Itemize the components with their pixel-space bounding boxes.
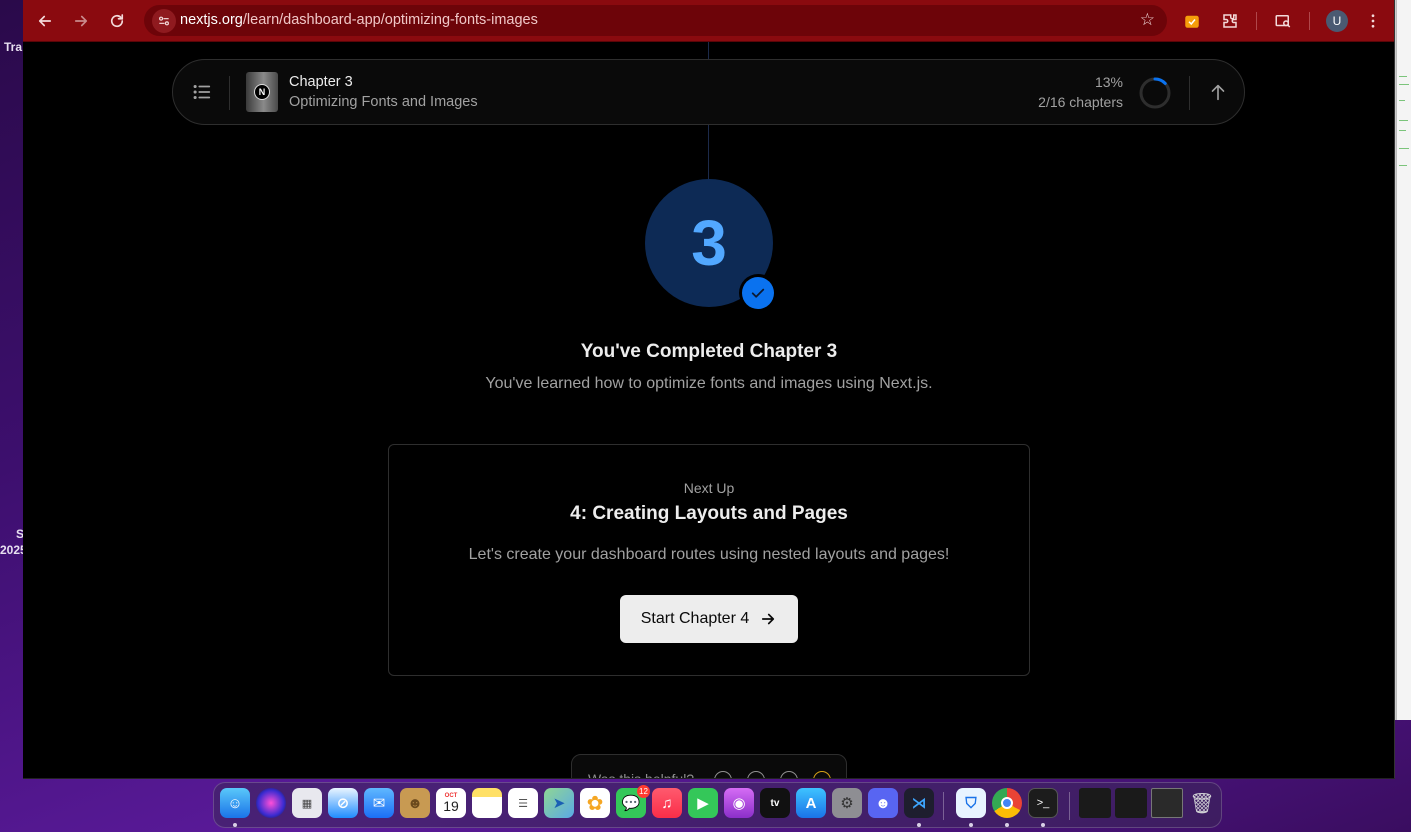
- completed-check-icon: [739, 274, 777, 312]
- discord-icon[interactable]: ☻: [868, 788, 898, 818]
- start-chapter-label: Start Chapter 4: [640, 610, 750, 627]
- next-chapter-description: Let's create your dashboard routes using…: [468, 546, 950, 563]
- apple-tv-icon[interactable]: tv: [760, 788, 790, 818]
- photos-icon[interactable]: ✿: [580, 788, 610, 818]
- page-content: N Chapter 3 Optimizing Fonts and Images …: [23, 42, 1394, 779]
- minimized-window-thumbnail[interactable]: [1151, 788, 1183, 818]
- scroll-to-top-icon[interactable]: [1207, 81, 1229, 103]
- next-chapter-title: 4: Creating Layouts and Pages: [570, 503, 848, 524]
- neutral-face-icon[interactable]: [747, 771, 765, 778]
- arrow-right-icon: [762, 613, 775, 625]
- maps-icon[interactable]: ➤: [544, 788, 574, 818]
- facetime-icon[interactable]: ▶: [688, 788, 718, 818]
- forward-icon[interactable]: [69, 9, 93, 33]
- nextjs-logo-icon: N: [254, 84, 270, 100]
- completion-title: You've Completed Chapter 3: [580, 341, 838, 362]
- music-icon[interactable]: ♫: [652, 788, 682, 818]
- calendar-day: 19: [443, 798, 459, 814]
- chrome-icon[interactable]: [992, 788, 1022, 818]
- chapter-number: 3: [691, 207, 727, 279]
- sad-face-icon[interactable]: [714, 771, 732, 778]
- desktop-label: Tra: [4, 40, 23, 54]
- macos-dock: ☺ ▦ ⊘ ✉ ☻ OCT 19 ☰ ➤ ✿ 💬 12 ♫ ▶ ◉ tv A ⚙…: [213, 782, 1222, 828]
- system-settings-icon[interactable]: ⚙: [832, 788, 862, 818]
- chapter-title: Chapter 3: [289, 74, 353, 90]
- app-store-icon[interactable]: A: [796, 788, 826, 818]
- browser-window: nextjs.org/learn/dashboard-app/optimizin…: [23, 0, 1395, 779]
- feedback-prompt: Was this helpful?: [588, 771, 695, 779]
- browser-toolbar: nextjs.org/learn/dashboard-app/optimizin…: [23, 0, 1394, 42]
- podcasts-icon[interactable]: ◉: [724, 788, 754, 818]
- extensions-icon[interactable]: [1218, 9, 1242, 33]
- finder-icon[interactable]: ☺: [220, 788, 250, 818]
- feedback-widget: Was this helpful?: [571, 754, 847, 779]
- url-host: nextjs.org: [180, 12, 243, 28]
- notes-icon[interactable]: [472, 788, 502, 818]
- trash-icon[interactable]: 🗑: [1187, 788, 1217, 818]
- background-window-sliver: [1395, 0, 1411, 720]
- mail-icon[interactable]: ✉: [364, 788, 394, 818]
- site-info-icon[interactable]: [152, 9, 176, 33]
- progress-ring: [1139, 77, 1171, 109]
- reminders-icon[interactable]: ☰: [508, 788, 538, 818]
- chapter-thumbnail: N: [246, 72, 278, 112]
- table-of-contents-icon[interactable]: [191, 81, 213, 103]
- siri-icon[interactable]: [256, 788, 286, 818]
- next-up-label: Next Up: [683, 480, 735, 496]
- launchpad-icon[interactable]: ▦: [292, 788, 322, 818]
- bookmark-star-icon[interactable]: ☆: [1140, 10, 1155, 30]
- back-icon[interactable]: [33, 9, 57, 33]
- messages-icon[interactable]: 💬 12: [616, 785, 650, 818]
- reload-icon[interactable]: [105, 9, 129, 33]
- excited-face-icon[interactable]: [813, 771, 831, 778]
- desktop-left-edge: Tra S 2025: [0, 0, 27, 832]
- start-chapter-button[interactable]: Start Chapter 4: [620, 595, 798, 643]
- next-chapter-card: Next Up 4: Creating Layouts and Pages Le…: [388, 444, 1030, 676]
- url-path: /learn/dashboard-app/optimizing-fonts-im…: [242, 12, 538, 28]
- address-bar[interactable]: nextjs.org/learn/dashboard-app/optimizin…: [144, 5, 1167, 36]
- url-text[interactable]: nextjs.org/learn/dashboard-app/optimizin…: [180, 12, 538, 28]
- minimized-window-thumbnail[interactable]: [1079, 788, 1111, 818]
- chapter-subtitle: Optimizing Fonts and Images: [289, 94, 478, 110]
- safari-icon[interactable]: ⊘: [328, 788, 358, 818]
- tab-search-icon[interactable]: [1271, 9, 1295, 33]
- happy-face-icon[interactable]: [780, 771, 798, 778]
- profile-avatar[interactable]: U: [1326, 10, 1348, 32]
- messages-badge: 12: [637, 785, 650, 798]
- completion-message: You've learned how to optimize fonts and…: [485, 375, 933, 392]
- progress-percent: 13%: [1094, 74, 1123, 90]
- terminal-icon[interactable]: >_: [1028, 788, 1058, 818]
- calendar-extension-icon[interactable]: [1180, 9, 1204, 33]
- calendar-icon[interactable]: OCT 19: [436, 788, 466, 818]
- chapter-progress-bar: N Chapter 3 Optimizing Fonts and Images …: [172, 59, 1245, 125]
- vscode-icon[interactable]: ⋊: [904, 788, 934, 818]
- minimized-window-thumbnail[interactable]: [1115, 788, 1147, 818]
- contacts-icon[interactable]: ☻: [400, 788, 430, 818]
- menu-kebab-icon[interactable]: [1361, 9, 1385, 33]
- chapter-count: 2/16 chapters: [1038, 94, 1123, 110]
- proton-vpn-icon[interactable]: ⛉: [956, 788, 986, 818]
